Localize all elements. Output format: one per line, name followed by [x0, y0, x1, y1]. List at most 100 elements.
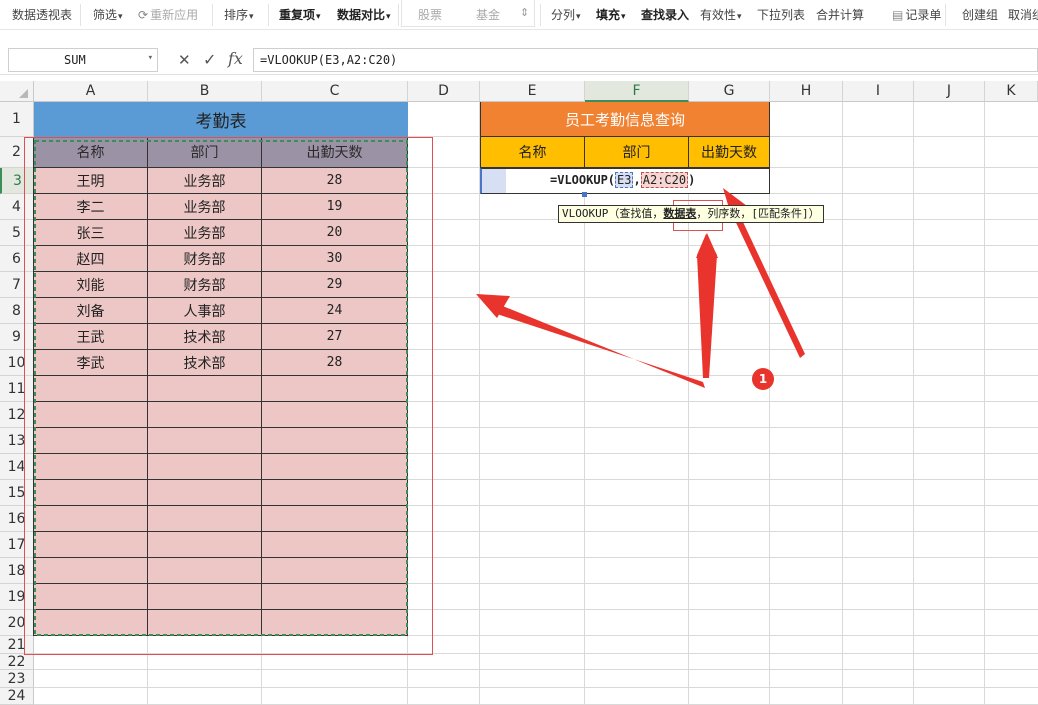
attendance-header-cell[interactable]: 出勤天数	[262, 137, 408, 168]
attendance-data-cell-text: 技术部	[183, 329, 226, 346]
attendance-data-cell[interactable]: 张三	[34, 220, 148, 246]
attendance-data-cell[interactable]: 李二	[34, 194, 148, 220]
attendance-data-cell[interactable]: 技术部	[148, 350, 262, 376]
attendance-data-cell[interactable]: 刘备	[34, 298, 148, 324]
attendance-data-cell[interactable]	[262, 584, 408, 610]
attendance-data-cell[interactable]: 27	[262, 324, 408, 350]
attendance-header-cell[interactable]: 名称	[34, 137, 148, 168]
attendance-data-cell[interactable]	[148, 610, 262, 636]
attendance-data-cell[interactable]	[262, 376, 408, 402]
formula-arg-range: A2:C20	[640, 172, 689, 188]
attendance-data-cell[interactable]	[148, 532, 262, 558]
attendance-title-cell-text: 考勤表	[195, 112, 247, 132]
attendance-data-cell-text: 20	[326, 225, 343, 240]
attendance-data-cell[interactable]: 王武	[34, 324, 148, 350]
attendance-data-cell-text: 技术部	[183, 355, 226, 372]
attendance-left-border	[33, 137, 34, 636]
attendance-data-cell[interactable]: 李武	[34, 350, 148, 376]
attendance-data-cell[interactable]	[148, 584, 262, 610]
attendance-data-cell[interactable]	[148, 402, 262, 428]
fill-handle[interactable]	[582, 192, 587, 197]
attendance-data-cell[interactable]: 业务部	[148, 220, 262, 246]
attendance-data-cell-text: 业务部	[183, 225, 226, 242]
query-title-cell-text: 员工考勤信息查询	[564, 110, 685, 129]
attendance-title-cell[interactable]: 考勤表	[34, 102, 408, 137]
attendance-data-cell[interactable]: 财务部	[148, 272, 262, 298]
query-header-cell-text: 出勤天数	[701, 145, 757, 161]
attendance-data-cell[interactable]: 人事部	[148, 298, 262, 324]
query-header-cell-text: 部门	[622, 145, 651, 161]
formula-suffix: )	[688, 173, 696, 187]
step-badge: 1	[752, 368, 774, 390]
attendance-data-cell[interactable]	[34, 506, 148, 532]
attendance-data-cell[interactable]: 王明	[34, 168, 148, 194]
attendance-data-cell[interactable]	[262, 480, 408, 506]
attendance-data-cell[interactable]	[262, 532, 408, 558]
attendance-data-cell-text: 王武	[76, 329, 105, 346]
attendance-data-cell-text: 李武	[76, 355, 105, 372]
query-header-cell[interactable]: 部门	[585, 137, 689, 168]
attendance-data-cell[interactable]	[262, 402, 408, 428]
attendance-data-cell-text: 24	[326, 303, 343, 318]
formula-separator: ,	[633, 173, 641, 187]
tooltip-current-arg[interactable]: 数据表	[663, 207, 696, 220]
attendance-data-cell[interactable]	[34, 454, 148, 480]
attendance-data-cell[interactable]	[262, 558, 408, 584]
attendance-data-cell[interactable]	[148, 454, 262, 480]
attendance-data-cell-text: 张三	[76, 225, 105, 242]
tooltip-prefix: VLOOKUP（查找值，	[562, 207, 664, 220]
attendance-data-cell[interactable]: 29	[262, 272, 408, 298]
attendance-data-cell[interactable]	[34, 428, 148, 454]
formula-arg-e3: E3	[615, 172, 634, 188]
query-header-cell[interactable]: 名称	[480, 137, 585, 168]
attendance-data-cell-text: 李二	[76, 199, 105, 216]
query-header-cell[interactable]: 出勤天数	[689, 137, 770, 168]
attendance-data-cell[interactable]: 24	[262, 298, 408, 324]
attendance-data-cell[interactable]: 业务部	[148, 194, 262, 220]
active-edit-cell[interactable]: =VLOOKUP(E3, A2:C20)	[480, 168, 770, 194]
active-cell-highlight	[482, 169, 506, 193]
query-header-cell-text: 名称	[518, 145, 547, 161]
attendance-data-cell-text: 29	[326, 277, 343, 292]
cell-formula-text: =VLOOKUP(E3, A2:C20)	[550, 172, 696, 188]
attendance-data-cell[interactable]: 刘能	[34, 272, 148, 298]
attendance-header-cell[interactable]: 部门	[148, 137, 262, 168]
attendance-data-cell[interactable]: 28	[262, 350, 408, 376]
query-title-cell[interactable]: 员工考勤信息查询	[480, 102, 770, 137]
attendance-data-cell[interactable]: 30	[262, 246, 408, 272]
attendance-data-cell[interactable]	[34, 480, 148, 506]
attendance-data-cell-text: 19	[326, 199, 343, 214]
attendance-data-cell[interactable]: 技术部	[148, 324, 262, 350]
attendance-data-cell[interactable]	[34, 610, 148, 636]
attendance-data-cell[interactable]: 20	[262, 220, 408, 246]
attendance-data-cell[interactable]	[148, 506, 262, 532]
attendance-data-cell[interactable]	[34, 402, 148, 428]
attendance-data-cell[interactable]	[148, 558, 262, 584]
attendance-data-cell[interactable]: 19	[262, 194, 408, 220]
attendance-header-cell-text: 出勤天数	[306, 145, 363, 161]
attendance-data-cell[interactable]	[262, 454, 408, 480]
attendance-data-cell[interactable]: 业务部	[148, 168, 262, 194]
attendance-data-cell[interactable]: 赵四	[34, 246, 148, 272]
attendance-data-cell[interactable]	[34, 532, 148, 558]
attendance-data-cell-text: 业务部	[183, 199, 226, 216]
attendance-data-cell[interactable]	[148, 428, 262, 454]
attendance-data-cell-text: 27	[326, 329, 343, 344]
attendance-data-cell[interactable]	[34, 584, 148, 610]
function-tooltip: VLOOKUP（查找值，数据表，列序数，[匹配条件]）	[558, 205, 824, 223]
attendance-data-cell[interactable]	[262, 610, 408, 636]
attendance-data-cell-text: 财务部	[183, 277, 226, 294]
attendance-data-cell-text: 财务部	[183, 251, 226, 268]
attendance-data-cell[interactable]	[148, 480, 262, 506]
attendance-data-cell-text: 刘能	[76, 277, 105, 294]
attendance-header-cell-text: 名称	[76, 145, 105, 161]
attendance-data-cell[interactable]	[34, 376, 148, 402]
attendance-data-cell[interactable]	[262, 428, 408, 454]
attendance-data-cell-text: 28	[326, 355, 343, 370]
attendance-data-cell[interactable]: 28	[262, 168, 408, 194]
attendance-data-cell[interactable]: 财务部	[148, 246, 262, 272]
attendance-data-cell[interactable]	[262, 506, 408, 532]
attendance-data-cell[interactable]	[148, 376, 262, 402]
attendance-data-cell-text: 业务部	[183, 173, 226, 190]
attendance-data-cell[interactable]	[34, 558, 148, 584]
